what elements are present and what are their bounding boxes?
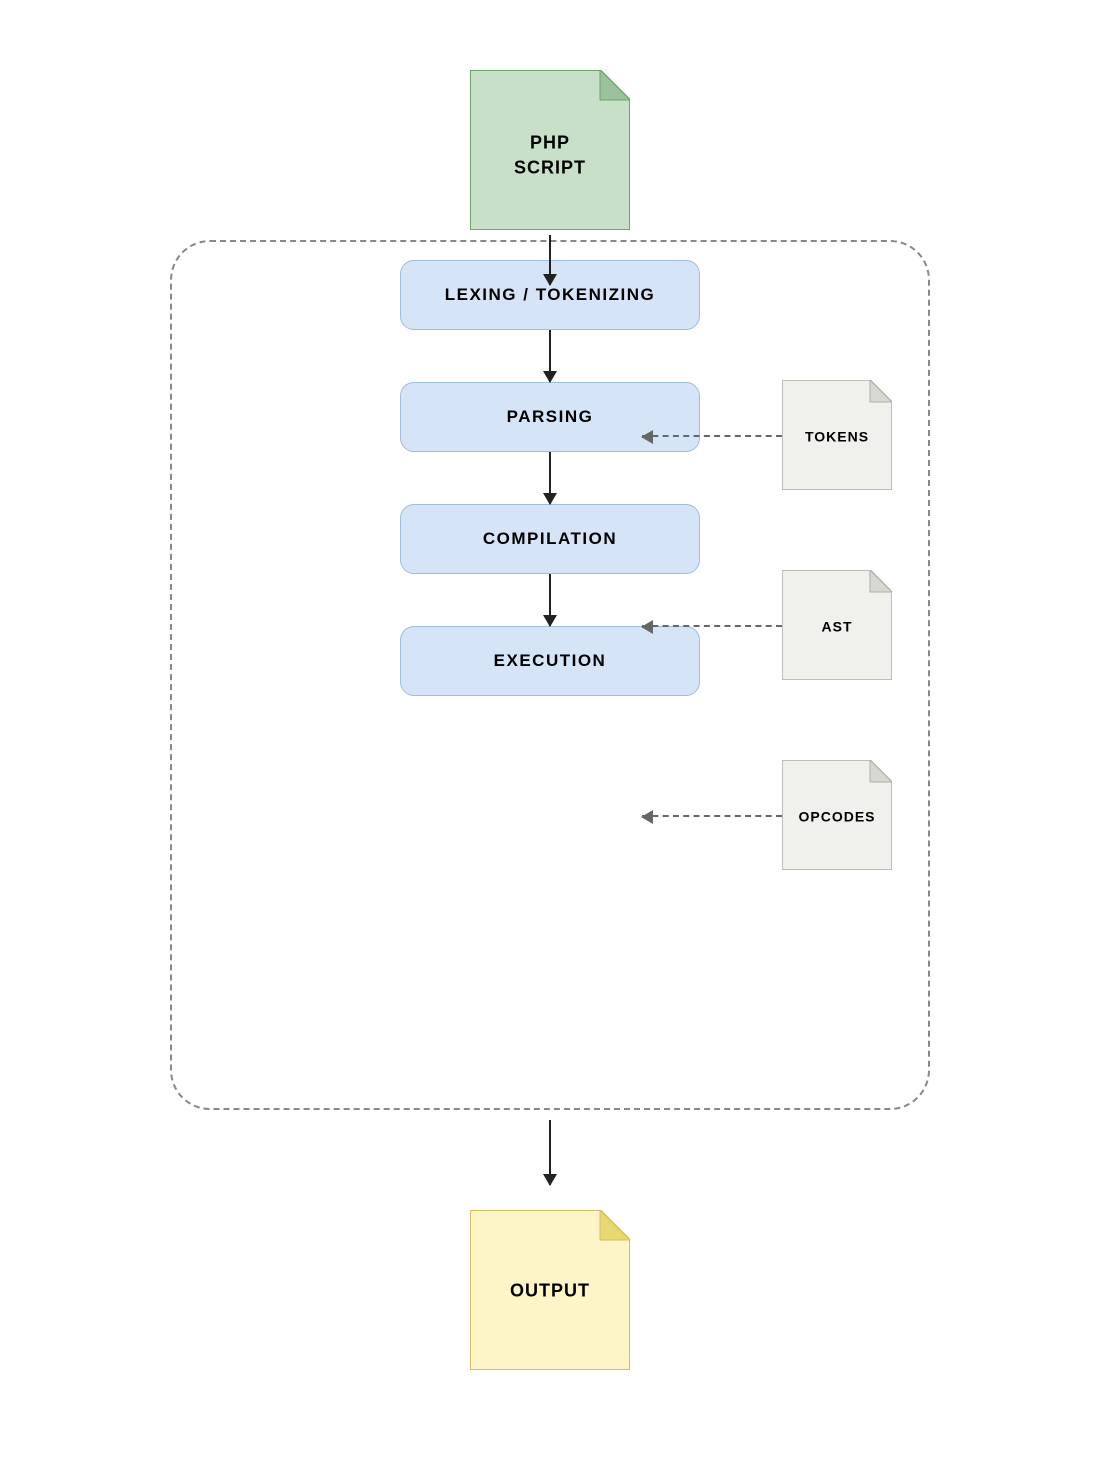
ast-doc: AST — [782, 570, 892, 680]
tokens-doc: TOKENS — [782, 380, 892, 490]
tokens-dashed-arrow — [642, 435, 782, 437]
opcodes-label: OPCODES — [798, 809, 875, 825]
parsing-box: PARSING — [400, 382, 700, 452]
opcodes-doc: OPCODES — [782, 760, 892, 870]
compilation-box: COMPILATION — [400, 504, 700, 574]
execution-box: EXECUTION — [400, 626, 700, 696]
ast-label: AST — [822, 619, 853, 635]
output-label: OUTPUT — [510, 1281, 590, 1301]
opcodes-dashed-arrow — [642, 815, 782, 817]
output-node: OUTPUT — [470, 1210, 630, 1370]
php-script-label: PHP SCRIPT — [514, 130, 586, 180]
ast-dashed-arrow — [642, 625, 782, 627]
php-script-node: PHP SCRIPT — [470, 70, 630, 235]
tokens-label: TOKENS — [805, 429, 869, 445]
diagram-container: PHP SCRIPT LEXING / TOKENIZING PARSING C… — [120, 40, 980, 1420]
process-flow: LEXING / TOKENIZING PARSING COMPILATION … — [400, 260, 700, 696]
